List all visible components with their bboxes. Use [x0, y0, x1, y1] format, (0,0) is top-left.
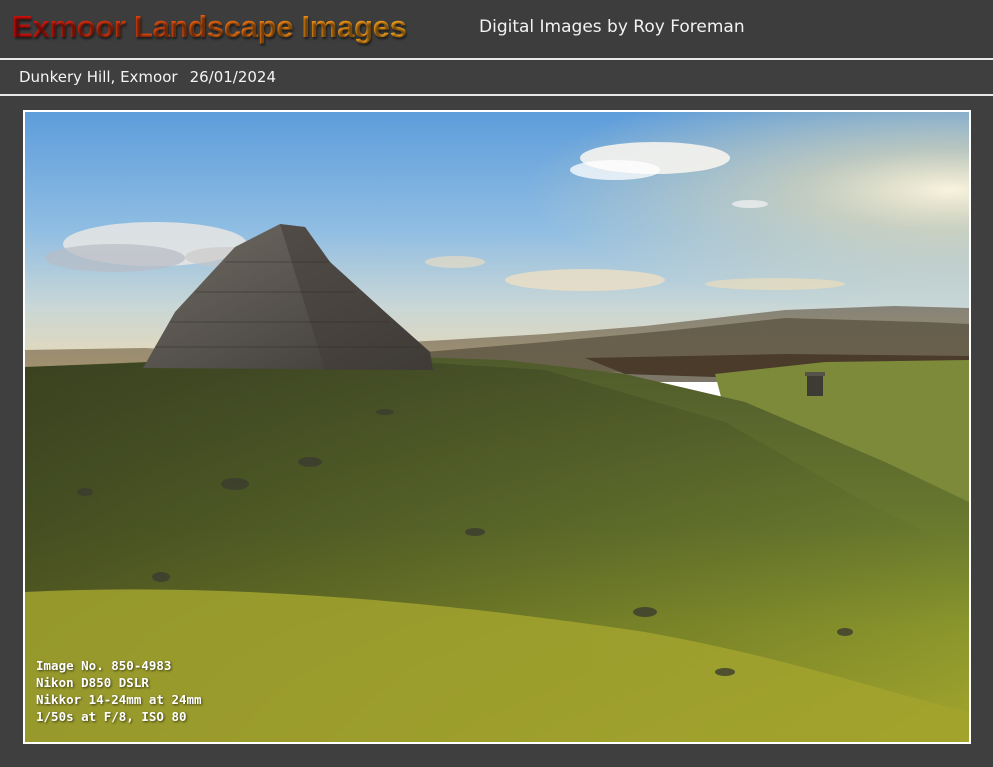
caption-bar: Dunkery Hill, Exmoor 26/01/2024 — [0, 60, 993, 94]
exif-overlay: Image No. 850-4983 Nikon D850 DSLR Nikko… — [36, 657, 202, 725]
photo-frame: Image No. 850-4983 Nikon D850 DSLR Nikko… — [23, 110, 971, 744]
exif-camera: Nikon D850 DSLR — [36, 675, 149, 690]
site-title[interactable]: Exmoor Landscape Images — [12, 9, 407, 45]
exif-lens: Nikkor 14-24mm at 24mm — [36, 692, 202, 707]
exif-settings: 1/50s at F/8, ISO 80 — [36, 709, 187, 724]
caption-divider — [0, 94, 993, 96]
caption-date: 26/01/2024 — [189, 68, 277, 86]
landscape-photo-graphic — [25, 112, 969, 742]
caption-location: Dunkery Hill, Exmoor — [19, 68, 178, 86]
site-subtitle: Digital Images by Roy Foreman — [479, 17, 745, 37]
landscape-photo[interactable]: Image No. 850-4983 Nikon D850 DSLR Nikko… — [25, 112, 969, 742]
site-header: Exmoor Landscape Images Digital Images b… — [0, 0, 993, 58]
image-caption: Dunkery Hill, Exmoor 26/01/2024 — [19, 68, 276, 86]
exif-image-number: Image No. 850-4983 — [36, 658, 172, 673]
